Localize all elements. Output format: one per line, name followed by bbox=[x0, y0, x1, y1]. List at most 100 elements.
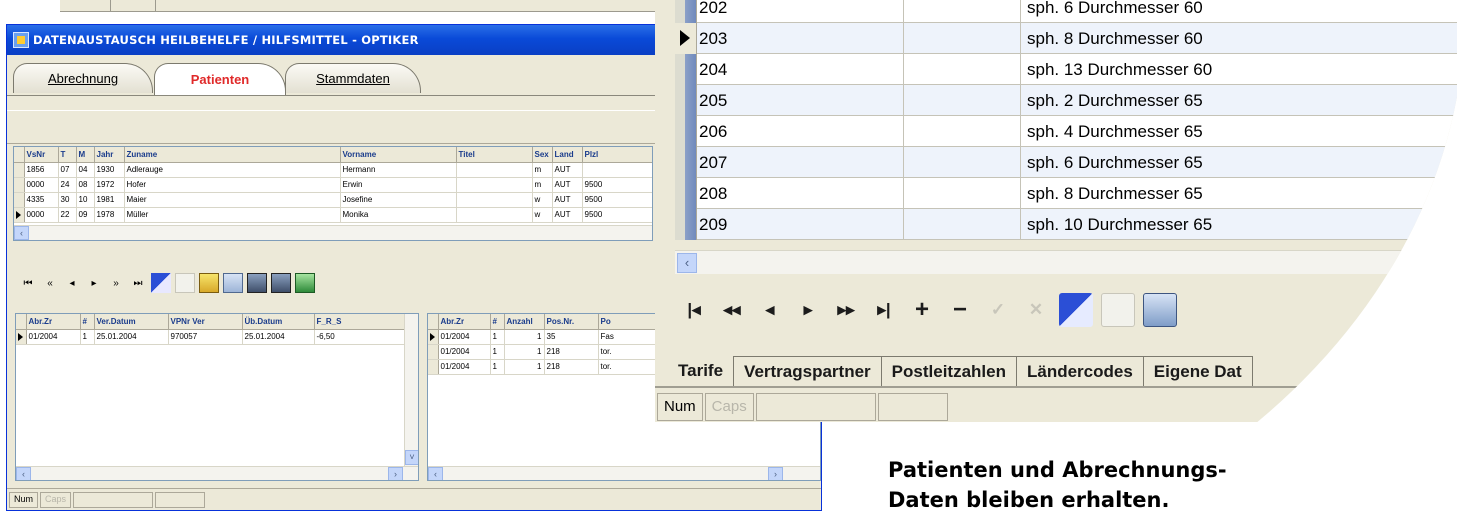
add-record-button[interactable]: + bbox=[903, 291, 941, 329]
scroll-left-icon[interactable]: ‹ bbox=[14, 226, 29, 240]
cell[interactable]: w bbox=[532, 207, 553, 223]
tab-tarife[interactable]: Tarife bbox=[667, 354, 734, 386]
cell[interactable] bbox=[903, 23, 1021, 54]
table-row[interactable]: 4335 30 10 1981 Maier Josefine w AUT 950… bbox=[14, 192, 652, 208]
tariff-grid[interactable]: 202 sph. 6 Durchmesser 60 203 sph. 8 Dur… bbox=[675, 0, 1457, 240]
scroll-right-icon[interactable]: › bbox=[388, 467, 403, 480]
column-header[interactable]: Anzahl bbox=[504, 314, 545, 330]
cell[interactable]: 0000 bbox=[24, 207, 59, 223]
cell[interactable]: 25.01.2004 bbox=[242, 329, 315, 345]
tab-laendercodes[interactable]: Ländercodes bbox=[1015, 356, 1144, 386]
cell[interactable]: 1978 bbox=[94, 207, 125, 223]
cell[interactable] bbox=[903, 178, 1021, 209]
cell[interactable]: Maier bbox=[124, 192, 341, 208]
cell[interactable]: AUT bbox=[552, 162, 583, 178]
cell[interactable] bbox=[582, 162, 652, 178]
cell[interactable]: Erwin bbox=[340, 177, 457, 193]
cancel-tag-icon[interactable] bbox=[1101, 293, 1135, 327]
row-indicator[interactable] bbox=[428, 359, 439, 375]
table-row[interactable]: 0000 24 08 1972 Hofer Erwin m AUT 9500 bbox=[14, 177, 652, 193]
table-row[interactable]: 203 sph. 8 Durchmesser 60 bbox=[675, 23, 1457, 54]
cell[interactable]: Müller bbox=[124, 207, 341, 223]
column-header[interactable]: Sex bbox=[532, 147, 553, 163]
position-description[interactable]: sph. 6 Durchmesser 60 bbox=[1021, 0, 1457, 18]
scroll-right-icon[interactable]: › bbox=[768, 467, 783, 480]
row-indicator[interactable] bbox=[675, 116, 697, 147]
next-page-button[interactable]: ▸▸ bbox=[827, 291, 865, 329]
table-row[interactable]: 0000 22 09 1978 Müller Monika w AUT 9500 bbox=[14, 207, 652, 223]
cell[interactable]: 01/2004 bbox=[438, 344, 491, 360]
save-all-icon[interactable] bbox=[271, 273, 291, 293]
column-header[interactable]: Ver.Datum bbox=[94, 314, 169, 330]
scroll-down-icon[interactable]: ˅ bbox=[405, 450, 418, 465]
cell[interactable]: 0000 bbox=[24, 177, 59, 193]
table-row[interactable]: 205 sph. 2 Durchmesser 65 bbox=[675, 85, 1457, 116]
cell[interactable] bbox=[456, 162, 533, 178]
cell[interactable]: 01/2004 bbox=[438, 359, 491, 375]
cell[interactable]: AUT bbox=[552, 177, 583, 193]
row-indicator[interactable] bbox=[675, 147, 697, 178]
cell[interactable]: 04 bbox=[76, 162, 95, 178]
row-indicator[interactable] bbox=[675, 178, 697, 209]
position-number[interactable]: 205 bbox=[699, 91, 899, 111]
cancel-icon[interactable]: ✕ bbox=[1017, 291, 1055, 329]
row-indicator[interactable] bbox=[14, 162, 25, 178]
cell[interactable]: 35 bbox=[544, 329, 599, 345]
position-number[interactable]: 204 bbox=[699, 60, 899, 80]
table-row[interactable]: 204 sph. 13 Durchmesser 60 bbox=[675, 54, 1457, 85]
row-indicator[interactable] bbox=[675, 85, 697, 116]
cell[interactable]: AUT bbox=[552, 192, 583, 208]
table-row[interactable]: 209 sph. 10 Durchmesser 65 bbox=[675, 209, 1457, 240]
patients-grid[interactable]: VsNr T M Jahr Zuname Vorname Titel Sex L… bbox=[13, 146, 653, 241]
cell[interactable]: 1 bbox=[504, 344, 545, 360]
next-record-button[interactable]: ▸ bbox=[789, 291, 827, 329]
row-indicator[interactable] bbox=[675, 209, 697, 240]
tab-abrechnung[interactable]: Abrechnung bbox=[13, 63, 153, 93]
form-icon[interactable] bbox=[223, 273, 243, 293]
cell[interactable]: 1 bbox=[504, 359, 545, 375]
confirm-icon[interactable]: ✓ bbox=[979, 291, 1017, 329]
row-indicator[interactable] bbox=[14, 192, 25, 208]
prev-page-button[interactable]: « bbox=[39, 272, 61, 294]
scroll-left-icon[interactable]: ‹ bbox=[677, 253, 697, 273]
table-row[interactable]: 207 sph. 6 Durchmesser 65 bbox=[675, 147, 1457, 178]
cell[interactable]: Josefine bbox=[340, 192, 457, 208]
table-row[interactable]: 1856 07 04 1930 Adlerauge Hermann m AUT bbox=[14, 162, 652, 178]
cell[interactable]: 1 bbox=[80, 329, 95, 345]
column-header[interactable]: Abr.Zr bbox=[438, 314, 491, 330]
column-header[interactable]: Jahr bbox=[94, 147, 125, 163]
tab-stammdaten[interactable]: Stammdaten bbox=[285, 63, 421, 93]
column-header[interactable]: Plzl bbox=[582, 147, 652, 163]
column-header[interactable]: Abr.Zr bbox=[26, 314, 81, 330]
cell[interactable]: 1 bbox=[504, 329, 545, 345]
table-row[interactable]: 01/2004 1 25.01.2004 970057 25.01.2004 -… bbox=[16, 329, 405, 345]
position-description[interactable]: sph. 4 Durchmesser 65 bbox=[1021, 122, 1457, 142]
column-header[interactable]: # bbox=[490, 314, 505, 330]
table-row[interactable]: 208 sph. 8 Durchmesser 65 bbox=[675, 178, 1457, 209]
table-row[interactable]: 206 sph. 4 Durchmesser 65 bbox=[675, 116, 1457, 147]
cell[interactable]: 01/2004 bbox=[438, 329, 491, 345]
position-description[interactable]: sph. 10 Durchmesser 65 bbox=[1021, 215, 1457, 235]
cell[interactable]: 4335 bbox=[24, 192, 59, 208]
column-header[interactable]: F_R_S bbox=[314, 314, 405, 330]
scroll-left-icon[interactable]: ‹ bbox=[16, 467, 31, 480]
cell[interactable] bbox=[903, 0, 1021, 23]
cell[interactable] bbox=[456, 177, 533, 193]
next-page-button[interactable]: » bbox=[105, 272, 127, 294]
position-description[interactable]: sph. 13 Durchmesser 60 bbox=[1021, 60, 1457, 80]
column-header[interactable]: VsNr bbox=[24, 147, 59, 163]
billing-grid[interactable]: Abr.Zr # Ver.Datum VPNr Ver Üb.Datum F_R… bbox=[15, 313, 419, 481]
column-header[interactable]: Vorname bbox=[340, 147, 457, 163]
cell[interactable]: AUT bbox=[552, 207, 583, 223]
cell[interactable]: 01/2004 bbox=[26, 329, 81, 345]
prev-record-button[interactable]: ◂ bbox=[751, 291, 789, 329]
cell[interactable]: 22 bbox=[58, 207, 77, 223]
cell[interactable]: 1930 bbox=[94, 162, 125, 178]
scroll-left-icon[interactable]: ‹ bbox=[428, 467, 443, 480]
cell[interactable]: 1 bbox=[490, 359, 505, 375]
first-record-button[interactable]: ⏮ bbox=[17, 272, 39, 294]
edit-tag-icon[interactable] bbox=[1059, 293, 1093, 327]
table-row[interactable]: 202 sph. 6 Durchmesser 60 bbox=[675, 0, 1457, 23]
form-icon[interactable] bbox=[1143, 293, 1177, 327]
position-number[interactable]: 207 bbox=[699, 153, 899, 173]
